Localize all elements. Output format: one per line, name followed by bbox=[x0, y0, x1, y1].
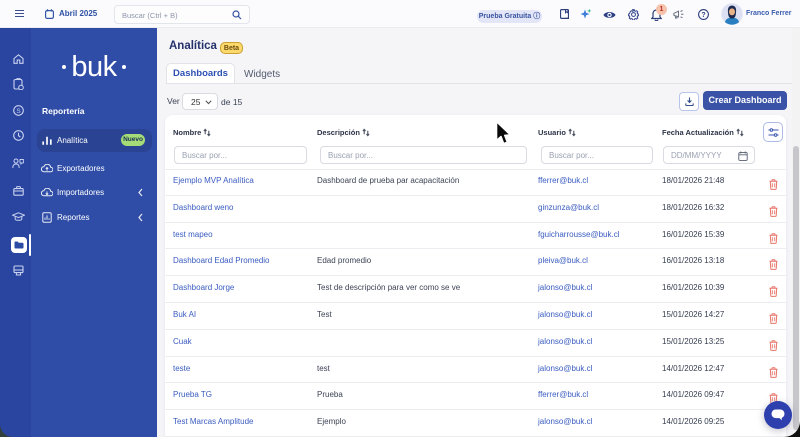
svg-text:S: S bbox=[16, 108, 21, 115]
svg-text:?: ? bbox=[701, 12, 705, 19]
